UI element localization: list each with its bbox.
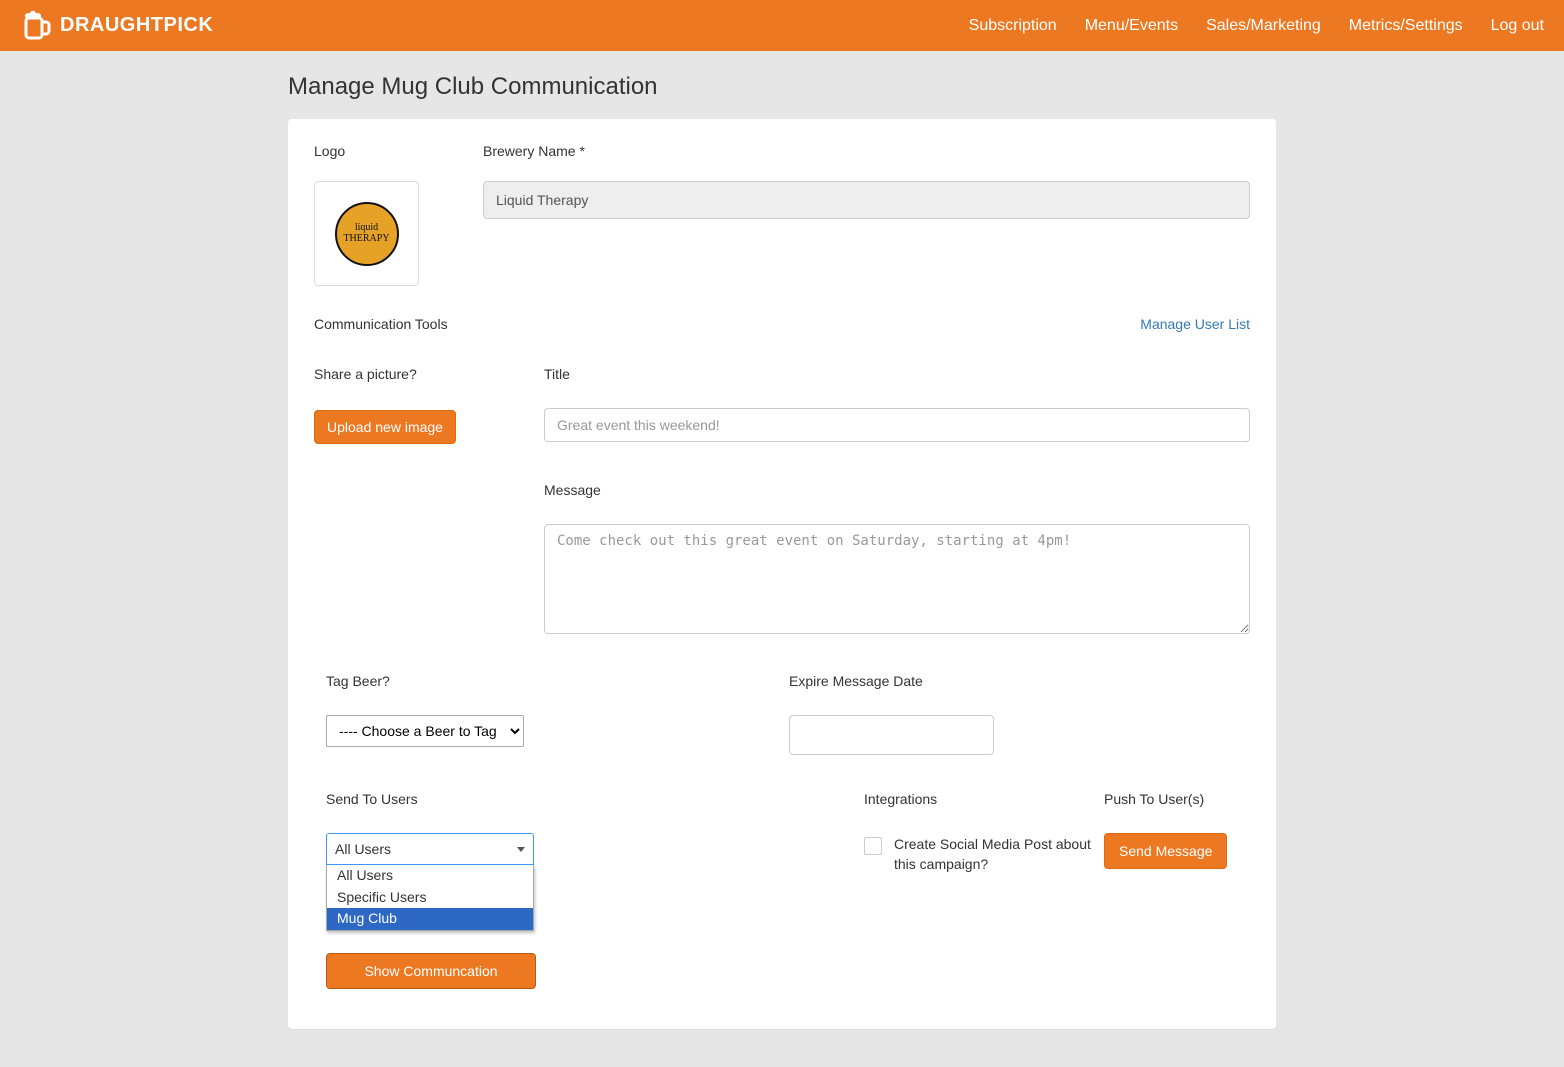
communication-tools-label: Communication Tools: [314, 316, 448, 332]
expire-date-input[interactable]: [789, 715, 994, 755]
brewery-name-label: Brewery Name *: [483, 143, 1250, 159]
dropdown-option-specific-users[interactable]: Specific Users: [327, 887, 533, 909]
brand-text: DRAUGHTPICK: [60, 14, 213, 37]
push-to-user-label: Push To User(s): [1104, 791, 1250, 807]
dropdown-option-mug-club[interactable]: Mug Club: [327, 908, 533, 930]
send-to-users-dropdown: All Users Specific Users Mug Club: [326, 865, 534, 931]
tag-beer-label: Tag Beer?: [326, 673, 779, 689]
nav-link-sales-marketing[interactable]: Sales/Marketing: [1206, 17, 1321, 35]
logo-label: Logo: [314, 143, 469, 159]
nav-link-metrics-settings[interactable]: Metrics/Settings: [1349, 17, 1463, 35]
brewery-name-input: [483, 181, 1250, 219]
logo-text: liquid THERAPY: [337, 223, 397, 244]
show-communication-button[interactable]: Show Communcation: [326, 953, 536, 989]
main-panel: Logo liquid THERAPY Brewery Name * Commu…: [288, 119, 1276, 1029]
share-picture-label: Share a picture?: [314, 366, 504, 382]
beer-mug-icon: [20, 8, 52, 44]
dropdown-option-all-users[interactable]: All Users: [327, 865, 533, 887]
message-label: Message: [544, 482, 1250, 498]
nav-link-menu-events[interactable]: Menu/Events: [1085, 17, 1178, 35]
nav-links: Subscription Menu/Events Sales/Marketing…: [969, 17, 1544, 35]
brand[interactable]: DRAUGHTPICK: [20, 8, 213, 44]
integrations-label: Integrations: [864, 791, 1094, 807]
title-input[interactable]: [544, 408, 1250, 442]
title-label: Title: [544, 366, 1250, 382]
top-nav: DRAUGHTPICK Subscription Menu/Events Sal…: [0, 0, 1564, 51]
social-media-checkbox-label: Create Social Media Post about this camp…: [894, 835, 1094, 874]
send-message-button[interactable]: Send Message: [1104, 833, 1227, 869]
message-textarea[interactable]: [544, 524, 1250, 634]
nav-link-subscription[interactable]: Subscription: [969, 17, 1057, 35]
tag-beer-select[interactable]: ---- Choose a Beer to Tag -----: [326, 715, 524, 747]
page-title: Manage Mug Club Communication: [288, 73, 1276, 101]
nav-link-logout[interactable]: Log out: [1491, 17, 1544, 35]
manage-user-list-link[interactable]: Manage User List: [1140, 316, 1250, 332]
send-to-selected-value: All Users: [335, 841, 391, 857]
logo-preview: liquid THERAPY: [314, 181, 419, 286]
send-to-users-select[interactable]: All Users: [326, 833, 534, 865]
send-to-users-label: Send To Users: [326, 791, 854, 807]
expire-date-label: Expire Message Date: [789, 673, 994, 689]
upload-new-image-button[interactable]: Upload new image: [314, 410, 456, 444]
chevron-down-icon: [517, 847, 525, 852]
social-media-checkbox[interactable]: [864, 837, 882, 855]
brewery-logo-icon: liquid THERAPY: [335, 202, 399, 266]
